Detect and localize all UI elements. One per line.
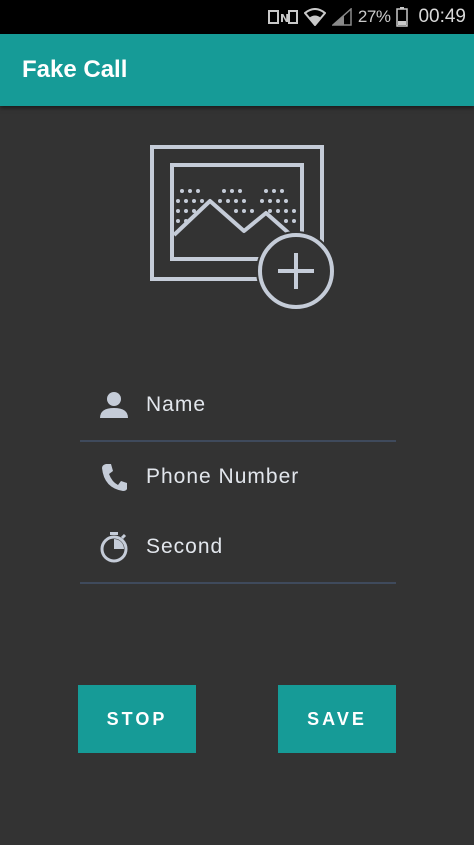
- app-title: Fake Call: [22, 56, 128, 83]
- phone-icon: [96, 461, 132, 493]
- svg-text:N: N: [280, 12, 289, 25]
- stop-button[interactable]: STOP: [78, 685, 196, 753]
- phone-number-field[interactable]: Phone Number: [80, 442, 396, 512]
- name-field[interactable]: Name: [80, 370, 396, 440]
- signal-icon: [331, 8, 352, 26]
- app-bar: Fake Call: [0, 34, 474, 106]
- save-button[interactable]: SAVE: [278, 685, 396, 753]
- second-field[interactable]: Second: [80, 512, 396, 582]
- timer-icon: [96, 531, 132, 563]
- phone-number-field-label: Phone Number: [146, 465, 300, 488]
- contact-form: Name Phone Number Second: [80, 370, 396, 584]
- battery-icon: [396, 7, 409, 27]
- person-icon: [96, 389, 132, 421]
- second-field-label: Second: [146, 535, 224, 558]
- clock: 00:49: [418, 6, 466, 27]
- add-photo-icon: [150, 145, 336, 311]
- status-bar: N 27% 00:49: [0, 0, 474, 34]
- name-field-label: Name: [146, 393, 207, 416]
- nfc-icon: N: [267, 9, 298, 25]
- battery-percent: 27%: [357, 7, 391, 26]
- add-photo-button[interactable]: [148, 143, 340, 315]
- wifi-icon: [303, 8, 326, 26]
- divider: [80, 582, 396, 584]
